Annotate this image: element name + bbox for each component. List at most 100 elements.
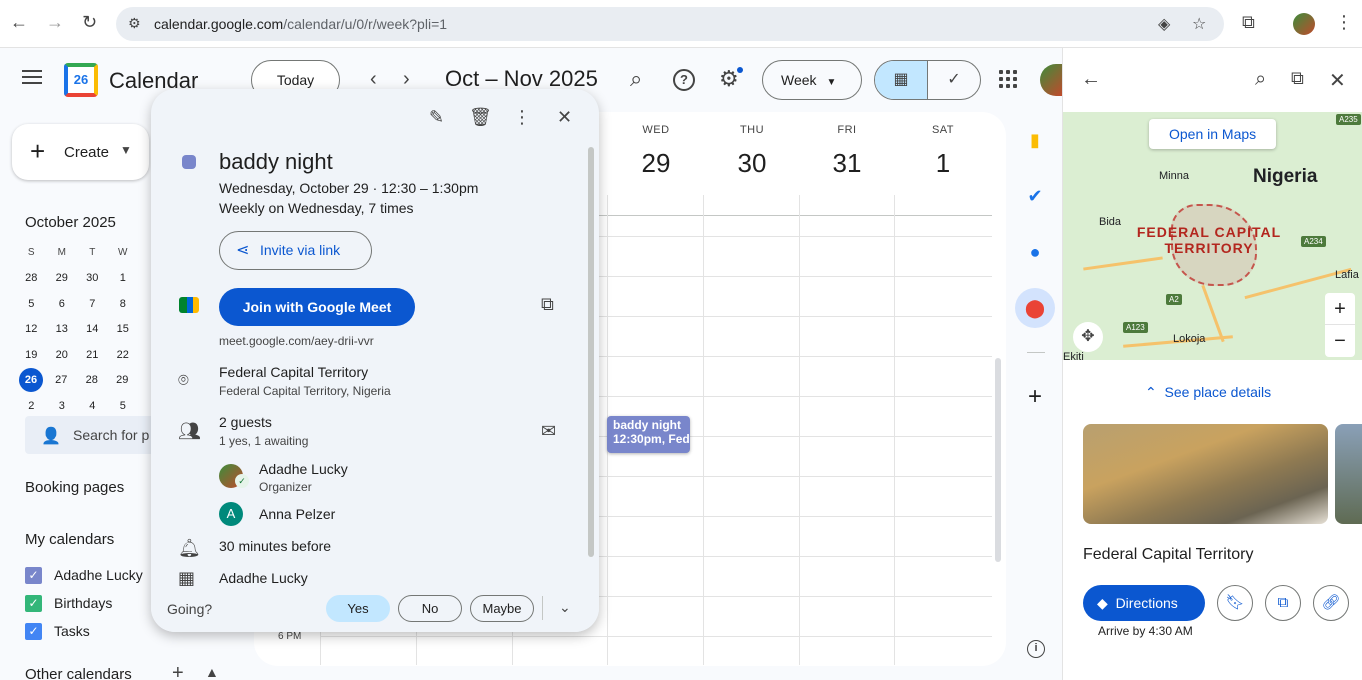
place-photo[interactable] (1083, 424, 1328, 524)
browser-menu-icon[interactable]: ⋮ (1335, 12, 1353, 33)
open-in-maps-button[interactable]: Open in Maps (1149, 119, 1277, 149)
back-arrow-icon[interactable]: ← (1081, 68, 1101, 91)
calendar-item-birthdays[interactable]: ✓ Birthdays (25, 593, 112, 613)
tasks-view-icon[interactable]: ✓ (928, 61, 980, 99)
mini-day-selected[interactable]: 26 (19, 368, 43, 393)
close-icon[interactable]: ✕ (1329, 68, 1346, 93)
chevron-up-icon[interactable]: ▲ (205, 664, 219, 680)
email-guests-icon[interactable]: ✉ (541, 421, 556, 442)
mini-day[interactable]: 6 (47, 298, 78, 310)
url-text[interactable]: calendar.google.com/calendar/u/0/r/week?… (154, 16, 447, 32)
tasks-icon[interactable]: ✔ (1022, 183, 1048, 209)
zoom-out-icon[interactable]: − (1325, 325, 1355, 357)
place-photo[interactable] (1335, 424, 1362, 524)
event-location[interactable]: Federal Capital Territory (219, 364, 368, 380)
guest-name[interactable]: Anna Pelzer (259, 506, 335, 522)
keep-icon[interactable]: ▮ (1022, 127, 1048, 153)
mini-day[interactable]: 22 (108, 349, 139, 361)
calendar-item-adadhe[interactable]: ✓ Adadhe Lucky (25, 565, 143, 585)
meet-link[interactable]: meet.google.com/aey-drii-vvr (219, 334, 374, 348)
map-view[interactable]: Nigeria FEDERAL CAPITAL TERRITORY Minna B… (1063, 112, 1362, 360)
account-avatar[interactable] (1040, 64, 1062, 96)
checkbox-checked-icon[interactable]: ✓ (25, 622, 42, 640)
copy-icon[interactable]: ⧉ (541, 294, 554, 315)
previous-week-icon[interactable]: ‹ (370, 68, 377, 91)
site-info-icon[interactable]: ⚙ (128, 15, 141, 32)
google-apps-icon[interactable] (999, 70, 1017, 88)
rsvp-maybe-button[interactable]: Maybe (470, 595, 534, 622)
invite-via-link-button[interactable]: ⋖ Invite via link (219, 231, 372, 270)
extensions-icon[interactable]: ⧉ (1242, 12, 1255, 33)
day-date[interactable]: 29 (608, 148, 704, 179)
popup-scrollbar[interactable] (588, 147, 594, 557)
mini-day[interactable]: 5 (16, 298, 47, 310)
booking-pages-link[interactable]: Booking pages (25, 479, 124, 496)
mini-day[interactable]: 7 (77, 298, 108, 310)
create-button[interactable]: + Create ▼ (12, 124, 149, 180)
grid-scrollbar[interactable] (995, 358, 1001, 562)
recenter-icon[interactable]: ✥ (1073, 322, 1103, 352)
info-icon[interactable]: i (1027, 640, 1045, 658)
mini-day[interactable]: 1 (108, 272, 139, 284)
back-icon[interactable]: ← (10, 12, 28, 33)
close-icon[interactable]: ✕ (557, 107, 572, 128)
day-header-thu[interactable]: THU 30 (704, 124, 800, 179)
mini-day[interactable]: 29 (107, 374, 138, 386)
mini-day[interactable]: 4 (77, 400, 108, 412)
forward-icon[interactable]: → (46, 12, 64, 33)
day-date[interactable]: 31 (799, 148, 895, 179)
mini-day[interactable]: 20 (47, 349, 78, 361)
chevron-down-icon[interactable]: ⌄ (559, 599, 571, 616)
open-new-window-icon[interactable]: ⧉ (1291, 68, 1304, 89)
rsvp-yes-button[interactable]: Yes (326, 595, 390, 622)
copy-icon[interactable]: ⧉ (1265, 585, 1301, 621)
link-icon[interactable]: 🔗︎ (1313, 585, 1349, 621)
mini-day[interactable]: 15 (108, 323, 139, 335)
calendar-logo[interactable]: 26 (64, 63, 98, 97)
add-calendar-plus-icon[interactable]: + (172, 662, 184, 680)
day-header-sat[interactable]: SAT 1 (895, 124, 991, 179)
mini-day[interactable]: 8 (108, 298, 139, 310)
directions-button[interactable]: ◆ Directions (1083, 585, 1205, 621)
other-calendars-heading[interactable]: Other calendars (25, 666, 132, 680)
contacts-icon[interactable]: ● (1022, 239, 1048, 265)
calendar-view-icon[interactable]: ▦ (875, 61, 928, 99)
mini-day[interactable]: 30 (77, 272, 108, 284)
event-chip[interactable]: baddy night 12:30pm, Fede (607, 416, 690, 453)
rsvp-no-button[interactable]: No (398, 595, 462, 622)
mini-day[interactable]: 14 (77, 323, 108, 335)
maps-pin-icon[interactable]: ⬤ (1015, 288, 1055, 328)
mini-day[interactable]: 21 (77, 349, 108, 361)
mini-day[interactable]: 28 (77, 374, 108, 386)
checkbox-checked-icon[interactable]: ✓ (25, 566, 42, 584)
day-date[interactable]: 30 (704, 148, 800, 179)
my-calendars-heading[interactable]: My calendars (25, 531, 114, 548)
search-people-input[interactable]: 👤 Search for p (25, 416, 155, 454)
add-addon-plus-icon[interactable]: + (1022, 384, 1048, 410)
mini-day[interactable]: 12 (16, 323, 47, 335)
zoom-in-icon[interactable]: + (1325, 293, 1355, 325)
guest-name[interactable]: Adadhe Lucky (259, 461, 348, 477)
day-header-wed[interactable]: WED 29 (608, 124, 704, 179)
edit-pencil-icon[interactable]: ✎ (429, 107, 444, 128)
main-menu-icon[interactable] (22, 70, 42, 84)
profile-avatar[interactable] (1293, 13, 1315, 35)
search-icon[interactable]: ⌕ (1255, 68, 1266, 91)
mini-day[interactable]: 28 (16, 272, 47, 284)
bookmark-star-icon[interactable]: ☆ (1192, 14, 1206, 34)
see-place-details-link[interactable]: ⌃ See place details (1145, 384, 1271, 401)
reload-icon[interactable]: ↻ (82, 12, 97, 33)
avatar[interactable]: A (219, 502, 243, 526)
mini-day[interactable]: 5 (108, 400, 139, 412)
delete-trash-icon[interactable]: 🗑︎ (469, 107, 492, 128)
join-meet-button[interactable]: Join with Google Meet (219, 288, 415, 326)
settings-gear-icon[interactable]: ⚙ (719, 66, 739, 92)
help-icon[interactable]: ? (673, 69, 695, 91)
day-header-fri[interactable]: FRI 31 (799, 124, 895, 179)
mini-day[interactable]: 2 (16, 400, 47, 412)
checkbox-checked-icon[interactable]: ✓ (25, 594, 42, 612)
lens-icon[interactable]: ◈ (1158, 14, 1170, 34)
day-date[interactable]: 1 (895, 148, 991, 179)
mini-day[interactable]: 19 (16, 349, 47, 361)
next-week-icon[interactable]: › (403, 68, 410, 91)
